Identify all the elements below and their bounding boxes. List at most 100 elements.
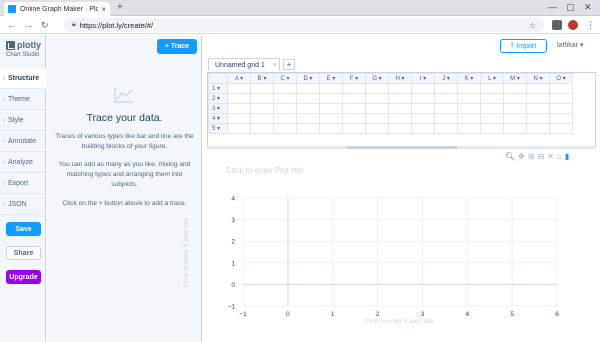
grid-cell[interactable]: [457, 83, 481, 94]
y-axis-title-placeholder[interactable]: Click to enter Y axis title: [183, 218, 190, 287]
grid-cell[interactable]: [503, 83, 527, 94]
add-grid-button[interactable]: +: [283, 59, 295, 70]
grid-cell[interactable]: [319, 83, 343, 94]
column-header[interactable]: O ▾: [549, 73, 573, 84]
grid-cell[interactable]: [457, 103, 481, 114]
grid-cell[interactable]: [342, 113, 366, 124]
grid-cell[interactable]: [319, 123, 343, 134]
grid-cell[interactable]: [526, 123, 550, 134]
grid-cell[interactable]: [480, 113, 504, 124]
grid-cell[interactable]: [480, 123, 504, 134]
grid-cell[interactable]: [411, 93, 435, 104]
grid-cell[interactable]: [503, 113, 527, 124]
column-header[interactable]: A ▾: [227, 73, 251, 84]
upgrade-button[interactable]: Upgrade: [6, 270, 41, 284]
column-header[interactable]: K ▾: [457, 73, 481, 84]
grid-cell[interactable]: [549, 103, 573, 114]
grid-cell[interactable]: [503, 93, 527, 104]
column-header[interactable]: M ▾: [503, 73, 527, 84]
grid-cell[interactable]: [457, 113, 481, 124]
grid-cell[interactable]: [411, 123, 435, 134]
column-header[interactable]: H ▾: [388, 73, 412, 84]
grid-cell[interactable]: [411, 103, 435, 114]
sidebar-item-style[interactable]: › Style: [0, 111, 46, 131]
grid-scrollbar[interactable]: [207, 146, 596, 149]
grid-cell[interactable]: [296, 83, 320, 94]
scrollbar-thumb[interactable]: [347, 146, 457, 149]
grid-cell[interactable]: [319, 113, 343, 124]
data-grid[interactable]: A ▾ B ▾ C ▾ D ▾ E ▾ F ▾ G ▾ H ▾ I ▾ J ▾ K ▾ L ▾ M ▾ N…: [207, 72, 596, 147]
address-url[interactable]: https://plot.ly/create/#/: [80, 21, 529, 30]
grid-cell[interactable]: [342, 93, 366, 104]
grid-cell[interactable]: [227, 83, 251, 94]
minimize-button[interactable]: —: [548, 1, 557, 13]
grid-cell[interactable]: [549, 83, 573, 94]
new-tab-button[interactable]: +: [117, 2, 123, 14]
grid-cell[interactable]: [503, 103, 527, 114]
grid-cell[interactable]: [503, 123, 527, 134]
grid-cell[interactable]: [365, 123, 389, 134]
tab-grid[interactable]: Unnamed grid 1 ×: [208, 58, 280, 71]
grid-cell[interactable]: [227, 103, 251, 114]
grid-cell[interactable]: [388, 123, 412, 134]
grid-cell[interactable]: [457, 93, 481, 104]
grid-cell[interactable]: [250, 103, 274, 114]
column-header[interactable]: E ▾: [319, 73, 343, 84]
bookmark-star-icon[interactable]: ☆: [529, 21, 536, 30]
grid-cell[interactable]: [388, 113, 412, 124]
column-header[interactable]: B ▾: [250, 73, 274, 84]
grid-cell[interactable]: [250, 93, 274, 104]
import-button[interactable]: ⭱ Import: [500, 39, 547, 53]
grid-cell[interactable]: [526, 113, 550, 124]
grid-cell[interactable]: [227, 93, 251, 104]
grid-cell[interactable]: [227, 123, 251, 134]
sidebar-item-annotate[interactable]: › Annotate: [0, 132, 46, 152]
grid-cell[interactable]: [434, 93, 458, 104]
close-window-button[interactable]: ✕: [584, 1, 592, 13]
grid-cell[interactable]: [388, 93, 412, 104]
column-header[interactable]: F ▾: [342, 73, 366, 84]
sidebar-item-json[interactable]: › JSON: [0, 195, 46, 215]
browser-menu-icon[interactable]: ⋮: [586, 19, 595, 31]
share-button[interactable]: Share: [6, 246, 41, 260]
grid-cell[interactable]: [549, 113, 573, 124]
grid-cell[interactable]: [342, 83, 366, 94]
row-header[interactable]: 3 ▾: [208, 103, 228, 114]
grid-cell[interactable]: [273, 83, 297, 94]
maximize-button[interactable]: ▢: [566, 1, 575, 13]
column-header[interactable]: G ▾: [365, 73, 389, 84]
browser-tab[interactable]: Online Graph Maker · Plo ×: [4, 2, 110, 16]
grid-cell[interactable]: [434, 103, 458, 114]
reload-icon[interactable]: ↻: [41, 19, 49, 31]
save-button[interactable]: Save: [6, 222, 41, 236]
grid-cell[interactable]: [296, 113, 320, 124]
grid-cell[interactable]: [434, 123, 458, 134]
forward-arrow-icon[interactable]: →: [24, 19, 33, 31]
grid-cell[interactable]: [342, 123, 366, 134]
row-header[interactable]: 5 ▾: [208, 123, 228, 134]
tab-close-icon[interactable]: ×: [101, 5, 106, 14]
grid-cell[interactable]: [549, 93, 573, 104]
grid-cell[interactable]: [273, 103, 297, 114]
grid-cell[interactable]: [480, 103, 504, 114]
sidebar-item-analyze[interactable]: › Analyze: [0, 153, 46, 173]
plot-canvas[interactable]: −1 0 1 2 3 4 5 6 −1 0 1 2 3 4: [203, 160, 600, 342]
close-icon[interactable]: ×: [273, 62, 277, 69]
grid-cell[interactable]: [434, 113, 458, 124]
grid-cell[interactable]: [480, 83, 504, 94]
grid-cell[interactable]: [273, 93, 297, 104]
grid-cell[interactable]: [457, 123, 481, 134]
column-header[interactable]: N ▾: [526, 73, 550, 84]
grid-cell[interactable]: [526, 93, 550, 104]
grid-cell[interactable]: [273, 113, 297, 124]
column-header[interactable]: D ▾: [296, 73, 320, 84]
grid-cell[interactable]: [296, 103, 320, 114]
user-menu[interactable]: lathkar ▾: [557, 41, 583, 49]
grid-cell[interactable]: [250, 123, 274, 134]
grid-cell[interactable]: [411, 113, 435, 124]
grid-cell[interactable]: [526, 83, 550, 94]
grid-cell[interactable]: [365, 83, 389, 94]
grid-cell[interactable]: [319, 93, 343, 104]
grid-cell[interactable]: [250, 83, 274, 94]
row-header[interactable]: 2 ▾: [208, 93, 228, 104]
